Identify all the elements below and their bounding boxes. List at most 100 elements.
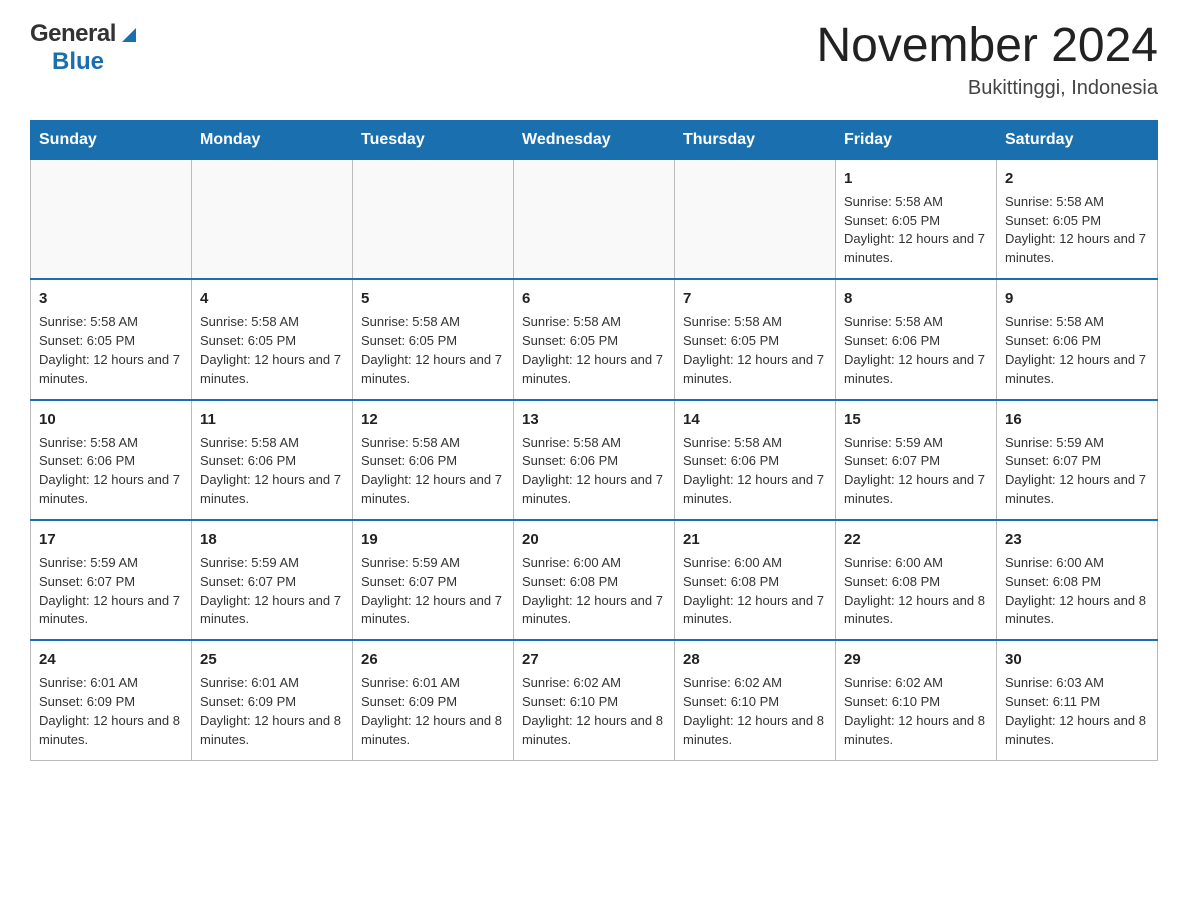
day-info: Sunrise: 6:01 AM Sunset: 6:09 PM Dayligh… [39, 674, 183, 749]
day-number: 28 [683, 649, 827, 670]
table-row [31, 159, 192, 279]
day-info: Sunrise: 5:59 AM Sunset: 6:07 PM Dayligh… [361, 554, 505, 629]
day-number: 21 [683, 529, 827, 550]
table-row: 30 Sunrise: 6:03 AM Sunset: 6:11 PM Dayli… [997, 640, 1158, 760]
day-number: 18 [200, 529, 344, 550]
table-row: 26 Sunrise: 6:01 AM Sunset: 6:09 PM Dayli… [353, 640, 514, 760]
day-number: 29 [844, 649, 988, 670]
day-info: Sunrise: 5:58 AM Sunset: 6:05 PM Dayligh… [683, 313, 827, 388]
table-row: 6Sunrise: 5:58 AM Sunset: 6:05 PM Daylig… [514, 279, 675, 399]
day-number: 25 [200, 649, 344, 670]
day-number: 24 [39, 649, 183, 670]
col-wednesday: Wednesday [514, 120, 675, 159]
table-row: 13 Sunrise: 5:58 AM Sunset: 6:06 PM Dayli… [514, 400, 675, 520]
day-info: Sunrise: 6:02 AM Sunset: 6:10 PM Dayligh… [844, 674, 988, 749]
title-area: November 2024 Bukittinggi, Indonesia [816, 20, 1158, 100]
day-number: 26 [361, 649, 505, 670]
table-row [192, 159, 353, 279]
table-row: 8 Sunrise: 5:58 AM Sunset: 6:06 PM Daylig… [836, 279, 997, 399]
day-number: 20 [522, 529, 666, 550]
day-number: 3 [39, 288, 183, 309]
day-number: 1 [844, 168, 988, 189]
day-number: 17 [39, 529, 183, 550]
logo: General Blue [30, 20, 140, 76]
col-tuesday: Tuesday [353, 120, 514, 159]
day-number: 19 [361, 529, 505, 550]
day-info: Sunrise: 6:00 AM Sunset: 6:08 PM Dayligh… [683, 554, 827, 629]
day-info: Sunrise: 5:58 AM Sunset: 6:06 PM Dayligh… [39, 434, 183, 509]
day-number: 8 [844, 288, 988, 309]
table-row: 5 Sunrise: 5:58 AM Sunset: 6:05 PM Daylig… [353, 279, 514, 399]
day-number: 30 [1005, 649, 1149, 670]
day-info: Sunrise: 5:58 AM Sunset: 6:06 PM Dayligh… [683, 434, 827, 509]
day-info: Sunrise: 5:59 AM Sunset: 6:07 PM Dayligh… [200, 554, 344, 629]
col-sunday: Sunday [31, 120, 192, 159]
day-number: 7 [683, 288, 827, 309]
day-number: 9 [1005, 288, 1149, 309]
day-info: Sunrise: 5:59 AM Sunset: 6:07 PM Dayligh… [1005, 434, 1149, 509]
table-row [353, 159, 514, 279]
day-number: 11 [200, 409, 344, 430]
logo-general-text: General [30, 20, 116, 48]
table-row: 12 Sunrise: 5:58 AM Sunset: 6:06 PM Dayli… [353, 400, 514, 520]
day-info: Sunrise: 5:58 AM Sunset: 6:06 PM Dayligh… [200, 434, 344, 509]
table-row: 11 Sunrise: 5:58 AM Sunset: 6:06 PM Dayli… [192, 400, 353, 520]
calendar-week-row: 3 Sunrise: 5:58 AM Sunset: 6:05 PM Daylig… [31, 279, 1158, 399]
col-thursday: Thursday [675, 120, 836, 159]
day-info: Sunrise: 6:00 AM Sunset: 6:08 PM Dayligh… [522, 554, 666, 629]
table-row: 10 Sunrise: 5:58 AM Sunset: 6:06 PM Dayli… [31, 400, 192, 520]
table-row: 25 Sunrise: 6:01 AM Sunset: 6:09 PM Dayli… [192, 640, 353, 760]
col-monday: Monday [192, 120, 353, 159]
table-row: 29 Sunrise: 6:02 AM Sunset: 6:10 PM Dayli… [836, 640, 997, 760]
day-info: Sunrise: 5:59 AM Sunset: 6:07 PM Dayligh… [39, 554, 183, 629]
day-number: 10 [39, 409, 183, 430]
day-info: Sunrise: 5:58 AM Sunset: 6:05 PM Dayligh… [200, 313, 344, 388]
logo-triangle-icon [118, 24, 140, 46]
day-info: Sunrise: 5:58 AM Sunset: 6:06 PM Dayligh… [361, 434, 505, 509]
calendar-week-row: 17 Sunrise: 5:59 AM Sunset: 6:07 PM Dayli… [31, 520, 1158, 640]
day-info: Sunrise: 6:03 AM Sunset: 6:11 PM Dayligh… [1005, 674, 1149, 749]
table-row: 16 Sunrise: 5:59 AM Sunset: 6:07 PM Dayli… [997, 400, 1158, 520]
table-row: 9 Sunrise: 5:58 AM Sunset: 6:06 PM Daylig… [997, 279, 1158, 399]
table-row: 15Sunrise: 5:59 AM Sunset: 6:07 PM Dayli… [836, 400, 997, 520]
table-row: 3 Sunrise: 5:58 AM Sunset: 6:05 PM Daylig… [31, 279, 192, 399]
day-info: Sunrise: 5:58 AM Sunset: 6:05 PM Dayligh… [39, 313, 183, 388]
day-info: Sunrise: 6:01 AM Sunset: 6:09 PM Dayligh… [200, 674, 344, 749]
table-row [514, 159, 675, 279]
table-row: 17 Sunrise: 5:59 AM Sunset: 6:07 PM Dayli… [31, 520, 192, 640]
day-number: 13 [522, 409, 666, 430]
day-number: 12 [361, 409, 505, 430]
day-number: 16 [1005, 409, 1149, 430]
col-friday: Friday [836, 120, 997, 159]
logo-blue-text: Blue [52, 48, 104, 76]
table-row: 22Sunrise: 6:00 AM Sunset: 6:08 PM Dayli… [836, 520, 997, 640]
table-row: 20 Sunrise: 6:00 AM Sunset: 6:08 PM Dayli… [514, 520, 675, 640]
calendar-header-row: Sunday Monday Tuesday Wednesday Thursday… [31, 120, 1158, 159]
table-row: 28Sunrise: 6:02 AM Sunset: 6:10 PM Dayli… [675, 640, 836, 760]
calendar-week-row: 24 Sunrise: 6:01 AM Sunset: 6:09 PM Dayli… [31, 640, 1158, 760]
table-row: 4 Sunrise: 5:58 AM Sunset: 6:05 PM Daylig… [192, 279, 353, 399]
day-info: Sunrise: 6:01 AM Sunset: 6:09 PM Dayligh… [361, 674, 505, 749]
day-info: Sunrise: 5:58 AM Sunset: 6:05 PM Dayligh… [522, 313, 666, 388]
table-row: 2Sunrise: 5:58 AM Sunset: 6:05 PM Daylig… [997, 159, 1158, 279]
day-info: Sunrise: 5:58 AM Sunset: 6:05 PM Dayligh… [361, 313, 505, 388]
table-row: 18 Sunrise: 5:59 AM Sunset: 6:07 PM Dayli… [192, 520, 353, 640]
day-info: Sunrise: 6:00 AM Sunset: 6:08 PM Dayligh… [1005, 554, 1149, 629]
header: General Blue November 2024 Bukittinggi, … [30, 20, 1158, 100]
calendar-week-row: 10 Sunrise: 5:58 AM Sunset: 6:06 PM Dayli… [31, 400, 1158, 520]
day-number: 14 [683, 409, 827, 430]
day-number: 5 [361, 288, 505, 309]
table-row [675, 159, 836, 279]
col-saturday: Saturday [997, 120, 1158, 159]
calendar-table: Sunday Monday Tuesday Wednesday Thursday… [30, 120, 1158, 761]
day-info: Sunrise: 5:58 AM Sunset: 6:06 PM Dayligh… [844, 313, 988, 388]
calendar-week-row: 1 Sunrise: 5:58 AM Sunset: 6:05 PM Daylig… [31, 159, 1158, 279]
day-info: Sunrise: 5:59 AM Sunset: 6:07 PM Dayligh… [844, 434, 988, 509]
day-info: Sunrise: 5:58 AM Sunset: 6:06 PM Dayligh… [1005, 313, 1149, 388]
table-row: 21 Sunrise: 6:00 AM Sunset: 6:08 PM Dayli… [675, 520, 836, 640]
day-info: Sunrise: 6:00 AM Sunset: 6:08 PM Dayligh… [844, 554, 988, 629]
day-number: 4 [200, 288, 344, 309]
day-info: Sunrise: 5:58 AM Sunset: 6:06 PM Dayligh… [522, 434, 666, 509]
day-info: Sunrise: 5:58 AM Sunset: 6:05 PM Dayligh… [1005, 193, 1149, 268]
table-row: 27Sunrise: 6:02 AM Sunset: 6:10 PM Dayli… [514, 640, 675, 760]
